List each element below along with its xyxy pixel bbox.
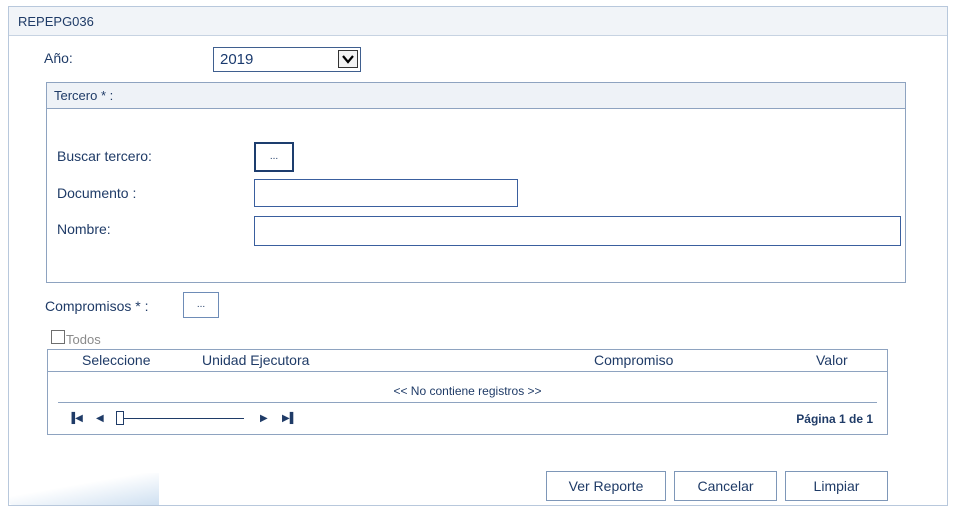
compromisos-label: Compromisos * : [45,298,149,314]
col-compromiso[interactable]: Compromiso [594,352,673,368]
report-window: REPEPG036 Año: 2019 Tercero * : Buscar t… [8,6,948,506]
first-page-icon[interactable]: ▐◀ [68,413,83,424]
documento-field[interactable] [254,179,518,207]
year-label: Año: [44,50,73,66]
ver-reporte-button[interactable]: Ver Reporte [546,471,666,501]
window-titlebar: REPEPG036 [9,7,947,36]
next-page-icon[interactable]: ▶ [260,413,268,424]
pager-thumb[interactable] [116,411,124,425]
buscar-tercero-label: Buscar tercero: [57,148,152,164]
tercero-section-title: Tercero * : [54,88,114,103]
todos-label: Todos [66,332,101,347]
limpiar-button[interactable]: Limpiar [785,471,888,501]
compromisos-button[interactable]: ... [183,292,219,318]
todos-checkbox[interactable] [51,330,65,344]
nombre-label: Nombre: [57,221,111,237]
cancelar-button[interactable]: Cancelar [674,471,777,501]
window-title: REPEPG036 [18,14,94,29]
last-page-icon[interactable]: ▶▌ [282,413,297,424]
chevron-down-icon[interactable] [338,50,358,68]
grid-header: Seleccione Unidad Ejecutora Compromiso V… [48,350,887,372]
nombre-field[interactable] [254,216,901,246]
prev-page-icon[interactable]: ◀ [96,413,104,424]
decorative-swoosh [9,473,159,505]
pager-track[interactable] [120,418,244,419]
col-unidad-ejecutora[interactable]: Unidad Ejecutora [202,352,309,368]
buscar-tercero-button[interactable]: ... [254,142,294,172]
empty-message: << No contiene registros >> [393,384,542,398]
grid-pager: ▐◀ ◀ ▶ ▶▌ Página 1 de 1 [48,408,887,432]
year-select[interactable]: 2019 [213,47,361,72]
col-seleccione[interactable]: Seleccione [82,352,151,368]
buscar-tercero-button-label: ... [269,151,279,162]
compromisos-button-label: ... [196,299,206,310]
tercero-panel-header: Tercero * : [47,83,905,109]
grid-divider [58,402,877,403]
compromisos-grid: Seleccione Unidad Ejecutora Compromiso V… [47,349,888,435]
year-value: 2019 [220,51,254,68]
page-info: Página 1 de 1 [796,412,873,426]
col-valor[interactable]: Valor [816,352,848,368]
documento-label: Documento : [57,185,137,201]
